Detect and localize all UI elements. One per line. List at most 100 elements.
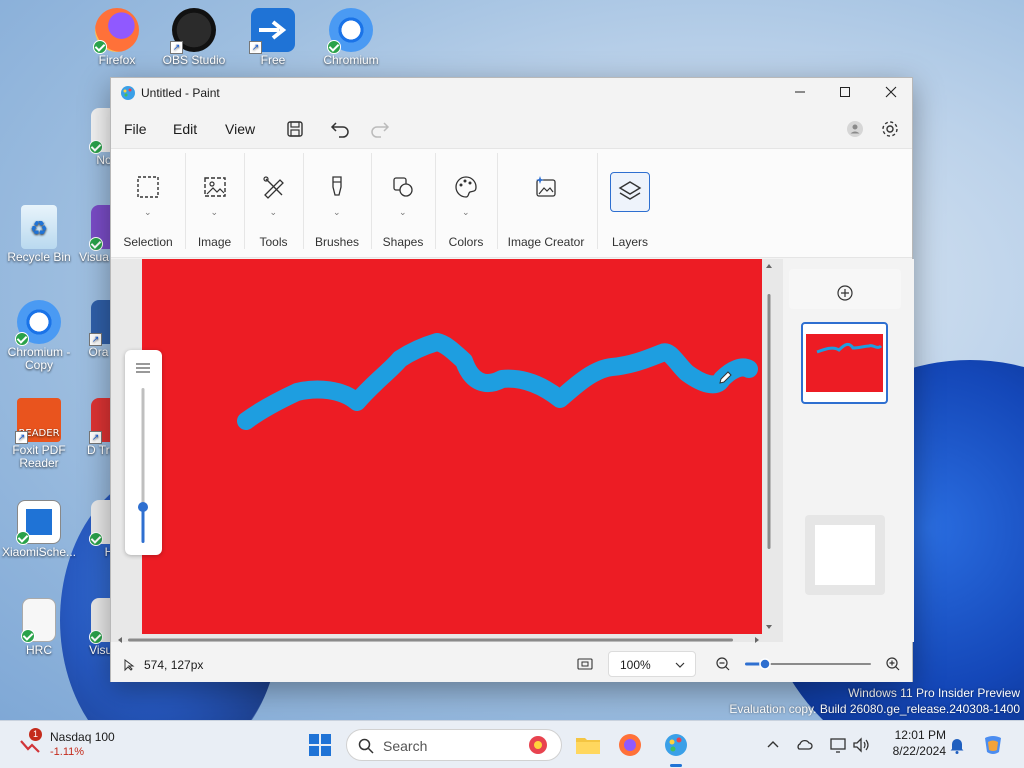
taskbar-paint[interactable] [660,729,692,767]
layer-thumbnail-background[interactable] [805,515,885,595]
svg-text:♻: ♻ [30,216,48,240]
firefox-icon [619,734,641,756]
desktop-icon-recycle-bin[interactable]: ♻ Recycle Bin [0,205,78,264]
network-icon[interactable] [828,735,848,755]
ribbon-label-layers: Layers [611,235,649,249]
desktop-icon-label: Foxit PDF Reader [12,443,66,470]
desktop-icon-chromium-copy[interactable]: Chromium - Copy [0,300,78,372]
account-button[interactable] [841,116,869,142]
desktop-icon-obs[interactable]: ↗ OBS Studio [155,8,233,67]
menu-file[interactable]: File [124,121,147,137]
desktop-icon-foxit-reader[interactable]: READER ↗ Foxit PDF Reader [0,398,78,470]
close-button[interactable] [868,78,914,108]
ribbon-label-image-creator: Image Creator [507,235,585,249]
ribbon-group-colors[interactable]: ⌄ Colors [435,149,497,259]
zoom-out-icon[interactable] [715,656,731,672]
drawing-canvas[interactable] [142,259,762,634]
ribbon-group-brushes[interactable]: ⌄ Brushes [303,149,371,259]
fit-to-window-icon[interactable] [576,656,594,672]
canvas-workspace [111,259,914,644]
title-bar[interactable]: Untitled - Paint [111,78,912,108]
minimize-icon [795,91,805,93]
ribbon-group-shapes[interactable]: ⌄ Shapes [371,149,435,259]
folder-icon [576,738,600,754]
free-app-icon: ↗ [249,8,295,54]
layers-button[interactable] [610,172,650,212]
zoom-select[interactable]: 100% [608,651,696,677]
pencil-cursor-icon [719,371,732,384]
ribbon-group-image[interactable]: ⌄ Image [185,149,244,259]
windows-start-icon [309,734,331,756]
search-icon [358,738,374,754]
horizontal-scrollbar[interactable] [116,634,761,644]
tools-icon [262,176,284,199]
layer-thumbnail-active[interactable] [801,322,888,404]
start-button[interactable] [304,729,336,761]
desktop-icon-label: Chromium - Copy [7,345,71,372]
taskbar-search[interactable]: Search [346,729,562,761]
menu-view[interactable]: View [225,121,255,137]
active-app-indicator [670,764,682,767]
brush-size-slider[interactable] [125,350,162,555]
chevron-up-icon[interactable] [766,738,780,752]
taskbar-firefox[interactable] [614,729,646,761]
ribbon-group-layers[interactable]: Layers [597,149,663,259]
onedrive-sync-icon[interactable] [794,735,814,755]
close-icon [885,86,897,98]
paint-app-icon [665,734,687,756]
undo-button[interactable] [326,116,354,142]
watermark-line-1: Windows 11 Pro Insider Preview [848,686,1020,700]
chevron-down-icon: ⌄ [269,207,278,217]
chromium-icon [327,8,373,54]
shapes-icon [393,177,413,197]
search-placeholder: Search [383,738,428,754]
notification-bell-icon[interactable] [948,735,966,755]
zoom-value: 100% [620,658,651,672]
ribbon-label-selection: Selection [123,235,173,249]
zoom-slider[interactable] [743,656,873,672]
ribbon-group-selection[interactable]: ⌄ Selection [111,149,185,259]
watermark-line-2: Evaluation copy. Build 26080.ge_release.… [729,702,1020,716]
save-button[interactable] [281,116,309,142]
minimize-button[interactable] [777,78,823,108]
chevron-down-icon: ⌄ [210,207,219,217]
recycle-bin-icon: ♻ [21,205,57,249]
widget-title: Nasdaq 100 [50,730,115,744]
foxit-reader-icon: READER ↗ [15,398,61,444]
ribbon-toolbar: ⌄ Selection ⌄ Image ⌄ Tools ⌄ Brushes ⌄ … [111,148,912,258]
chevron-down-icon: ⌄ [144,207,152,217]
drawn-stroke [237,333,758,430]
vertical-scrollbar[interactable] [763,259,775,634]
redo-button[interactable] [366,116,394,142]
desktop-icon-hrc[interactable]: HRC [0,598,78,657]
volume-icon[interactable] [851,735,871,755]
ribbon-group-image-creator[interactable]: Image Creator [497,149,595,259]
paint-window: Untitled - Paint File Edit View ⌄ Select… [110,77,914,682]
settings-button[interactable] [876,116,904,142]
ribbon-group-tools[interactable]: ⌄ Tools [244,149,303,259]
desktop-icon-label: Firefox [98,53,136,67]
desktop-icon-chromium[interactable]: Chromium [312,8,390,67]
copilot-icon[interactable] [980,732,1006,758]
palette-icon [455,176,477,198]
zoom-in-icon[interactable] [885,656,901,672]
maximize-button[interactable] [822,78,868,108]
scroll-track [766,264,772,629]
desktop-icon-firefox[interactable]: Firefox [78,8,156,67]
undo-icon [330,122,349,138]
paint-app-icon [121,86,135,100]
desktop-icon-xiaomi[interactable]: XiaomiSche... [0,500,78,559]
ribbon-label-tools: Tools [259,235,288,249]
ribbon-label-image: Image [197,235,232,249]
desktop-icon-free[interactable]: ↗ Free [234,8,312,67]
add-layer-button[interactable] [789,269,901,309]
ribbon-label-shapes: Shapes [382,235,424,249]
menu-edit[interactable]: Edit [173,121,197,137]
clock[interactable]: 12:01 PM 8/22/2024 [876,728,946,758]
brush-size-track [136,363,150,543]
widget-change: -1.11% [50,746,85,758]
taskbar-file-explorer[interactable] [572,729,604,761]
stock-widget[interactable]: 1 Nasdaq 100 -1.11% [16,728,126,762]
plus-circle-icon [837,285,853,301]
brush-icon [332,176,342,196]
